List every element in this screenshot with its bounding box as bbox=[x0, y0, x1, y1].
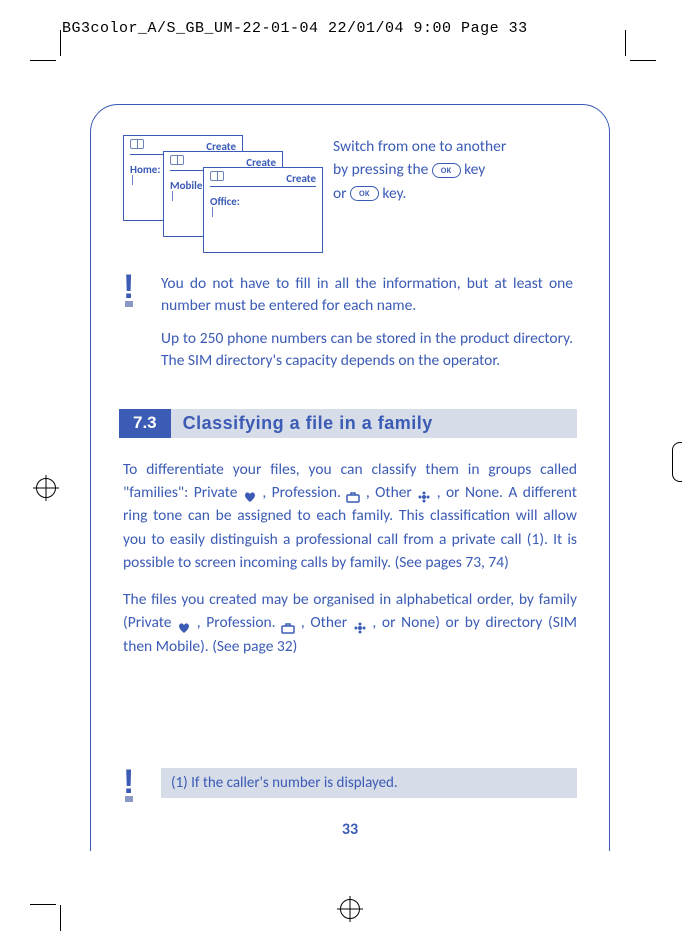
switch-l3a: or bbox=[333, 184, 350, 203]
cards-stack: Create Home: | Create Mobile: | Create O… bbox=[123, 135, 313, 255]
t: , Profession. bbox=[197, 613, 281, 632]
print-header: BG3color_A/S_GB_UM-22-01-04 22/01/04 9:0… bbox=[62, 20, 528, 37]
cursor: | bbox=[210, 208, 316, 216]
card-office: Create Office: | bbox=[203, 167, 323, 253]
ok-text: OK bbox=[441, 165, 452, 177]
ok-key-icon: OK bbox=[350, 186, 379, 201]
heart-icon bbox=[243, 487, 257, 499]
briefcase-icon bbox=[346, 487, 360, 499]
note-p2: Up to 250 phone numbers can be stored in… bbox=[161, 328, 573, 373]
page-frame: Create Home: | Create Mobile: | Create O… bbox=[90, 104, 610, 870]
create-label: Create bbox=[210, 172, 316, 187]
briefcase-icon bbox=[281, 618, 295, 630]
ok-key-icon: OK bbox=[432, 163, 461, 178]
switch-l1: Switch from one to another bbox=[333, 137, 506, 156]
t: , Other bbox=[301, 613, 353, 632]
footnote-text: (1) If the caller's number is displayed. bbox=[161, 768, 577, 798]
office-label: Office: bbox=[210, 195, 316, 208]
exclaim-icon: ! bbox=[123, 772, 141, 802]
note-block: ! You do not have to fill in all the inf… bbox=[123, 273, 577, 373]
heart-icon bbox=[177, 618, 191, 630]
body-p2: The files you created may be organised i… bbox=[123, 588, 577, 658]
switch-text: Switch from one to another by pressing t… bbox=[333, 135, 506, 255]
section-title: Classifying a file in a family bbox=[171, 409, 577, 438]
switch-l3b: key. bbox=[382, 184, 406, 203]
flower-icon bbox=[353, 618, 367, 630]
side-bracket bbox=[672, 442, 682, 482]
top-row: Create Home: | Create Mobile: | Create O… bbox=[123, 135, 577, 255]
flower-icon bbox=[417, 487, 431, 499]
section-num: 7.3 bbox=[119, 409, 171, 438]
book-icon bbox=[210, 171, 224, 181]
body-p1: To differentiate your files, you can cla… bbox=[123, 458, 577, 574]
book-icon bbox=[170, 155, 184, 165]
ok-text: OK bbox=[359, 188, 370, 200]
t: , Profession. bbox=[262, 483, 346, 502]
page-number: 33 bbox=[123, 820, 577, 839]
note-text: You do not have to fill in all the infor… bbox=[161, 273, 573, 373]
switch-l2b: key bbox=[464, 160, 485, 179]
t: , Other bbox=[366, 483, 417, 502]
section-head: 7.3 Classifying a file in a family bbox=[119, 409, 577, 438]
note-p1: You do not have to fill in all the infor… bbox=[161, 273, 573, 318]
book-icon bbox=[130, 139, 144, 149]
exclaim-icon: ! bbox=[123, 277, 141, 377]
switch-l2a: by pressing the bbox=[333, 160, 432, 179]
footnote-block: ! (1) If the caller's number is displaye… bbox=[123, 768, 577, 798]
